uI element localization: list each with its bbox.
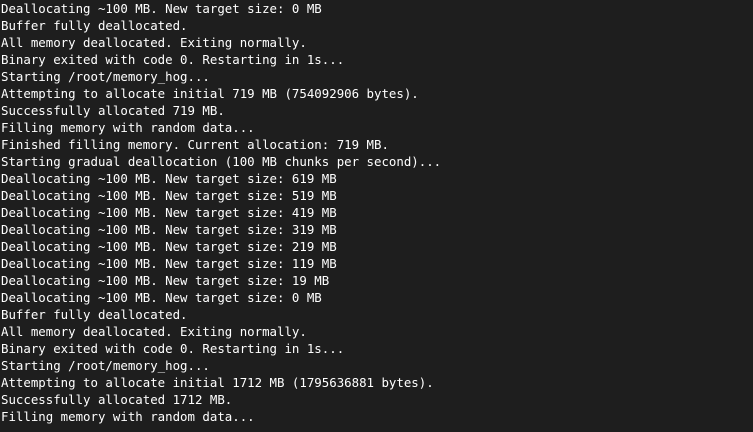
terminal-line: Attempting to allocate initial 1712 MB (… (1, 375, 434, 390)
terminal-line: Buffer fully deallocated. (1, 307, 188, 322)
terminal-line: Deallocating ~100 MB. New target size: 1… (1, 256, 337, 271)
terminal-line: Filling memory with random data... (1, 120, 255, 135)
terminal-line: Deallocating ~100 MB. New target size: 5… (1, 188, 337, 203)
terminal-line: Deallocating ~100 MB. New target size: 4… (1, 205, 337, 220)
terminal-line: Deallocating ~100 MB. New target size: 0… (1, 290, 322, 305)
terminal-line: Successfully allocated 719 MB. (1, 103, 225, 118)
terminal-line: All memory deallocated. Exiting normally… (1, 324, 307, 339)
terminal-line: All memory deallocated. Exiting normally… (1, 35, 307, 50)
terminal-line: Binary exited with code 0. Restarting in… (1, 52, 345, 67)
terminal-line: Starting gradual deallocation (100 MB ch… (1, 154, 442, 169)
terminal-line: Filling memory with random data... (1, 409, 255, 424)
terminal-line: Deallocating ~100 MB. New target size: 0… (1, 1, 322, 16)
terminal-line: Deallocating ~100 MB. New target size: 2… (1, 239, 337, 254)
terminal-line: Deallocating ~100 MB. New target size: 1… (1, 273, 330, 288)
terminal-line: Binary exited with code 0. Restarting in… (1, 341, 345, 356)
terminal-line: Attempting to allocate initial 719 MB (7… (1, 86, 419, 101)
terminal-line: Deallocating ~100 MB. New target size: 6… (1, 171, 337, 186)
terminal-line: Starting /root/memory_hog... (1, 69, 210, 84)
terminal-line: Buffer fully deallocated. (1, 18, 188, 33)
terminal-line: Deallocating ~100 MB. New target size: 3… (1, 222, 337, 237)
terminal-line: Successfully allocated 1712 MB. (1, 392, 233, 407)
terminal-line: Finished filling memory. Current allocat… (1, 137, 389, 152)
terminal-line: Starting /root/memory_hog... (1, 358, 210, 373)
terminal-output[interactable]: Deallocating ~100 MB. New target size: 0… (0, 0, 753, 432)
